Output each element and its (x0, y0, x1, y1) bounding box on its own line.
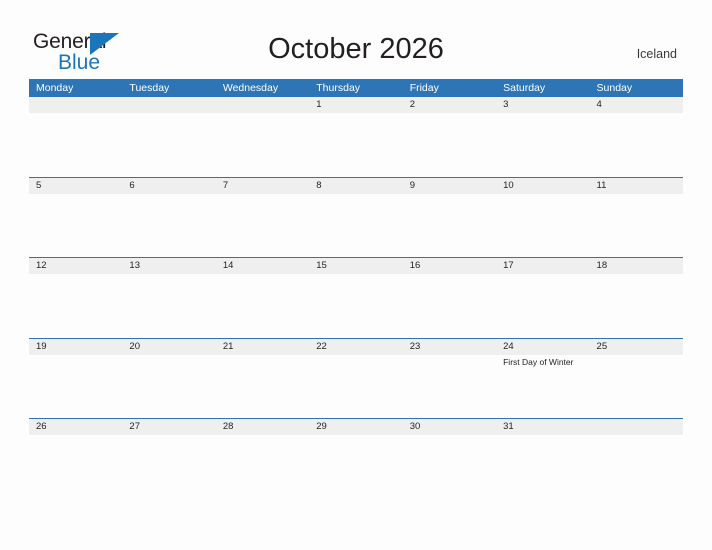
day-cell[interactable] (216, 113, 309, 176)
day-number[interactable]: 3 (496, 97, 589, 113)
weekday-header-thursday: Thursday (316, 82, 361, 94)
day-cell[interactable] (403, 355, 496, 418)
calendar-week-row: 19 20 21 22 23 24 25 First Day of Winter (29, 337, 683, 418)
day-number-empty (29, 97, 122, 113)
day-cell[interactable] (309, 435, 402, 498)
day-number[interactable]: 21 (216, 339, 309, 355)
day-number[interactable]: 24 (496, 339, 589, 355)
day-cell[interactable] (590, 194, 683, 257)
week-date-band: 5 6 7 8 9 10 11 (29, 177, 683, 194)
day-number[interactable]: 4 (590, 97, 683, 113)
day-number[interactable]: 13 (122, 258, 215, 274)
day-number[interactable]: 11 (590, 178, 683, 194)
day-number[interactable]: 18 (590, 258, 683, 274)
day-cell[interactable] (29, 435, 122, 498)
page-title: October 2026 (268, 33, 444, 65)
day-cell[interactable] (403, 435, 496, 498)
day-number[interactable]: 31 (496, 419, 589, 435)
week-date-band: 12 13 14 15 16 17 18 (29, 258, 683, 274)
day-number[interactable]: 27 (122, 419, 215, 435)
day-number[interactable]: 15 (309, 258, 402, 274)
day-cell[interactable] (496, 274, 589, 337)
week-date-band: 1234 (29, 97, 683, 113)
calendar-weeks: 1 2 3 4 5 6 7 8 9 10 11 12 13 14 15 16 17 18 19 20 21 22 23 24 2… (29, 97, 683, 499)
day-number[interactable]: 1 (309, 97, 402, 113)
day-cell[interactable] (29, 113, 122, 176)
region-label: Iceland (636, 47, 677, 61)
weekday-header-tuesday: Tuesday (129, 82, 170, 94)
day-number[interactable]: 8 (309, 178, 402, 194)
day-cell[interactable] (403, 194, 496, 257)
day-cell[interactable] (29, 274, 122, 337)
day-cell[interactable] (122, 355, 215, 418)
day-number[interactable]: 16 (403, 258, 496, 274)
day-cell[interactable] (309, 113, 402, 176)
day-number[interactable]: 7 (216, 178, 309, 194)
day-cell[interactable] (309, 355, 402, 418)
week-event-band: First Day of Winter (29, 355, 683, 418)
day-number-empty (122, 97, 215, 113)
day-cell[interactable] (29, 355, 122, 418)
day-cell[interactable] (403, 113, 496, 176)
week-date-band: 19 20 21 22 23 24 25 (29, 338, 683, 355)
calendar-grid: Monday Tuesday Wednesday Thursday Friday… (29, 79, 683, 499)
calendar-week-row: 26 27 28 29 30 31 (29, 418, 683, 499)
day-cell[interactable] (590, 355, 683, 418)
page-header: General Blue October 2026 Iceland (0, 0, 712, 78)
day-number[interactable]: 17 (496, 258, 589, 274)
day-number[interactable]: 30 (403, 419, 496, 435)
day-number[interactable]: 10 (496, 178, 589, 194)
week-event-band (29, 113, 683, 176)
day-cell[interactable] (309, 194, 402, 257)
day-cell[interactable] (403, 274, 496, 337)
day-number[interactable]: 14 (216, 258, 309, 274)
day-number[interactable]: 28 (216, 419, 309, 435)
day-cell[interactable] (590, 113, 683, 176)
day-cell[interactable] (496, 435, 589, 498)
day-cell[interactable]: First Day of Winter (496, 355, 589, 418)
day-cell[interactable] (590, 274, 683, 337)
weekday-header-sunday: Sunday (596, 82, 633, 94)
day-cell[interactable] (122, 274, 215, 337)
day-cell[interactable] (309, 274, 402, 337)
day-number[interactable]: 12 (29, 258, 122, 274)
calendar-week-row: 1234 (29, 97, 683, 177)
weekday-header-monday: Monday (36, 82, 74, 94)
day-cell[interactable] (496, 113, 589, 176)
day-number[interactable]: 23 (403, 339, 496, 355)
weekday-header-row: Monday Tuesday Wednesday Thursday Friday… (29, 79, 683, 97)
day-number[interactable]: 6 (122, 178, 215, 194)
day-number[interactable]: 25 (590, 339, 683, 355)
day-cell[interactable] (122, 435, 215, 498)
holiday-event-label: First Day of Winter (503, 356, 574, 367)
calendar-week-row: 5 6 7 8 9 10 11 (29, 176, 683, 257)
day-cell[interactable] (29, 194, 122, 257)
day-cell[interactable] (216, 194, 309, 257)
day-number[interactable]: 5 (29, 178, 122, 194)
day-number[interactable]: 22 (309, 339, 402, 355)
day-cell[interactable] (122, 194, 215, 257)
day-cell[interactable] (216, 435, 309, 498)
week-event-band (29, 194, 683, 257)
day-number[interactable]: 26 (29, 419, 122, 435)
calendar-week-row: 12 13 14 15 16 17 18 (29, 257, 683, 338)
day-cell[interactable] (590, 435, 683, 498)
day-cell[interactable] (216, 274, 309, 337)
day-number-empty (216, 97, 309, 113)
day-number[interactable]: 19 (29, 339, 122, 355)
day-cell[interactable] (216, 355, 309, 418)
week-event-band (29, 435, 683, 498)
week-event-band (29, 274, 683, 337)
day-number[interactable]: 9 (403, 178, 496, 194)
week-date-band: 26 27 28 29 30 31 (29, 419, 683, 435)
weekday-header-saturday: Saturday (503, 82, 546, 94)
day-number[interactable]: 20 (122, 339, 215, 355)
weekday-header-wednesday: Wednesday (222, 82, 279, 94)
weekday-header-friday: Friday (409, 82, 439, 94)
day-cell[interactable] (496, 194, 589, 257)
day-number[interactable]: 2 (403, 97, 496, 113)
day-cell[interactable] (122, 113, 215, 176)
day-number-empty (590, 419, 683, 435)
day-number[interactable]: 29 (309, 419, 402, 435)
